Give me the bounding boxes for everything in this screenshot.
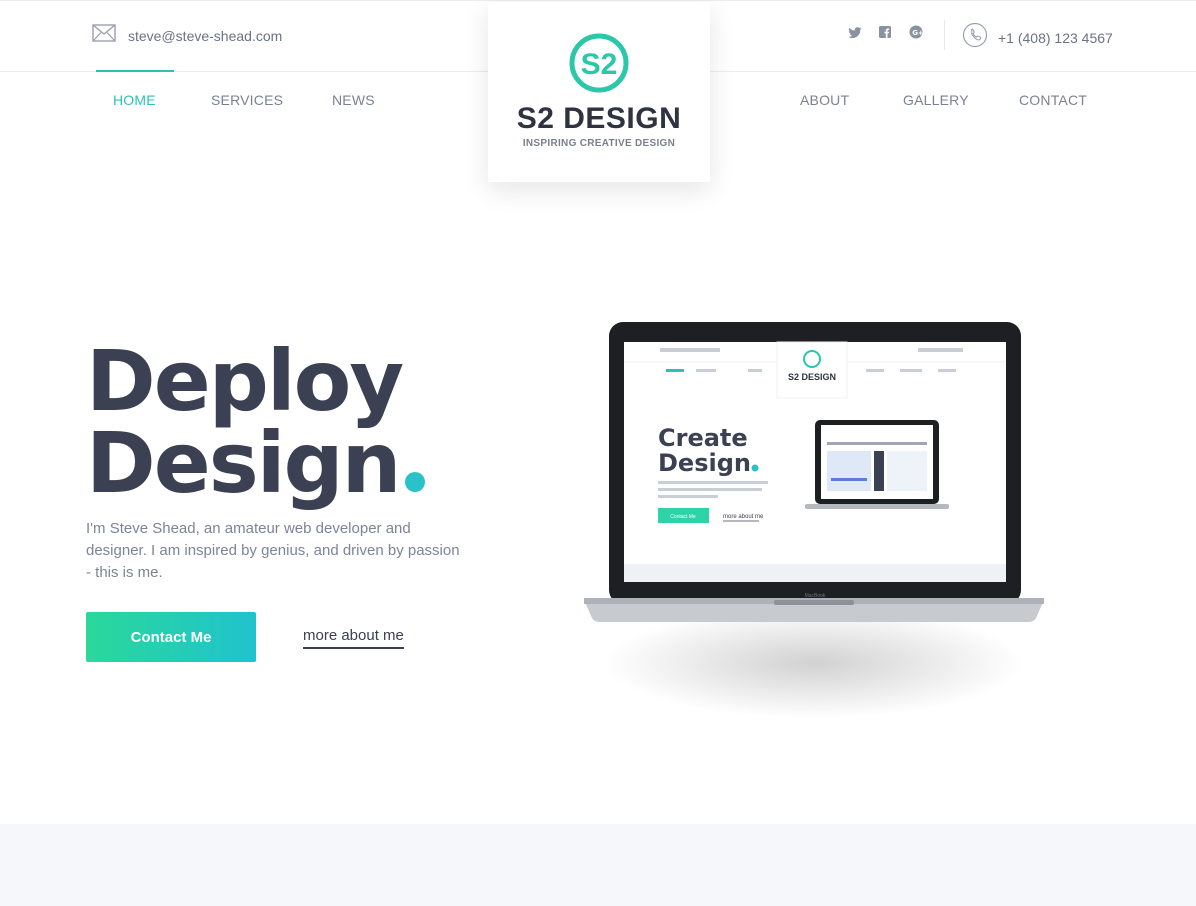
nav-item-about[interactable]: ABOUT	[800, 92, 849, 108]
hero-description: I'm Steve Shead, an amateur web develope…	[86, 520, 460, 581]
facebook-icon[interactable]	[878, 25, 892, 44]
next-section-band	[0, 824, 1196, 906]
nav-item-services[interactable]: SERVICES	[211, 92, 283, 108]
hero-title: Deploy Design	[86, 332, 426, 505]
email-contact[interactable]: steve@steve-shead.com	[92, 24, 282, 47]
nav-item-news[interactable]: NEWS	[332, 92, 375, 108]
more-about-me-link[interactable]: more about me	[303, 627, 404, 649]
logo-tagline: INSPIRING CREATIVE DESIGN	[522, 138, 676, 149]
phone-text[interactable]: +1 (408) 123 4567	[998, 30, 1113, 46]
nav-news-link[interactable]: NEWS	[332, 92, 375, 108]
phone-icon	[962, 22, 988, 53]
twitter-icon[interactable]	[848, 26, 862, 44]
svg-text:S2: S2	[581, 48, 618, 81]
mini-title-line-1: Create	[658, 424, 748, 452]
nav-item-gallery[interactable]: GALLERY	[903, 92, 969, 108]
mini-contact-button: Contact Me	[670, 514, 696, 520]
hero-title-line-2: Design	[86, 414, 401, 512]
nav-item-home[interactable]: HOME	[113, 92, 156, 108]
email-text[interactable]: steve@steve-shead.com	[128, 28, 282, 44]
nav-about-link[interactable]: ABOUT	[800, 92, 849, 108]
nav-item-contact[interactable]: CONTACT	[1019, 92, 1087, 108]
google-plus-icon[interactable]: G+	[908, 24, 924, 45]
accent-dot	[405, 472, 426, 492]
laptop-brand-label: MacBook	[805, 593, 826, 599]
nav-contact-link[interactable]: CONTACT	[1019, 92, 1087, 108]
phone-contact[interactable]: +1 (408) 123 4567	[962, 22, 1113, 53]
svg-text:S2 DESIGN: S2 DESIGN	[788, 372, 836, 382]
hero-title-line-1: Deploy	[86, 332, 404, 430]
divider	[944, 20, 945, 50]
s2-logo-icon: S2	[569, 33, 629, 93]
nav-services-link[interactable]: SERVICES	[211, 92, 283, 108]
nav-gallery-link[interactable]: GALLERY	[903, 92, 969, 108]
mini-title-line-2: Design	[658, 449, 751, 477]
logo-name: S2 DESIGN	[516, 102, 682, 135]
svg-text:G+: G+	[912, 29, 924, 37]
active-nav-indicator	[96, 70, 174, 72]
nav-home-link[interactable]: HOME	[113, 92, 156, 108]
contact-me-button[interactable]: Contact Me	[86, 612, 256, 662]
social-links: G+	[848, 24, 924, 45]
mini-more-link: more about me	[723, 514, 764, 520]
laptop-mockup-image: S2 DESIGN Create Design Contact Me more …	[584, 322, 1044, 718]
logo[interactable]: S2 S2 DESIGN INSPIRING CREATIVE DESIGN	[488, 2, 710, 182]
envelope-icon	[92, 24, 116, 47]
